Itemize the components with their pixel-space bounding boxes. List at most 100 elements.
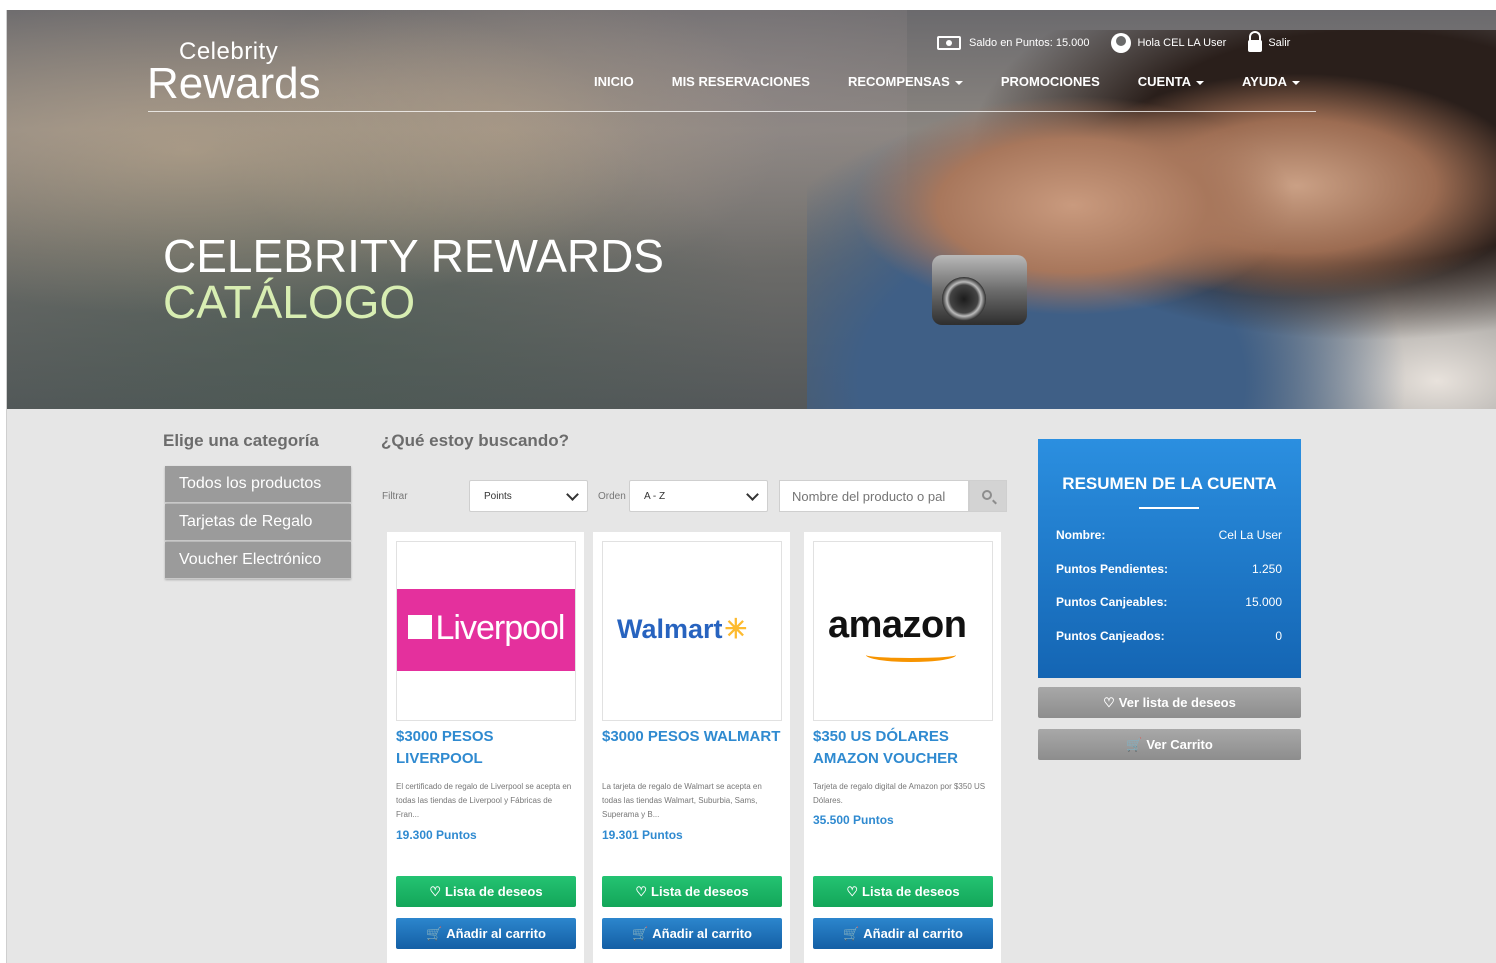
button-label: Lista de deseos <box>651 884 749 899</box>
nav-divider <box>148 111 1316 112</box>
summary-label: Puntos Canjeados: <box>1056 629 1165 643</box>
product-description: La tarjeta de regalo de Walmart se acept… <box>602 782 762 819</box>
nav-label: CUENTA <box>1137 74 1191 89</box>
add-to-cart-button[interactable]: 🛒 Añadir al carrito <box>813 918 993 949</box>
summary-row-name: Nombre: Cel La User <box>1056 528 1282 542</box>
chevron-down-icon <box>954 80 963 85</box>
product-card: Walmart✳ $3000 PESOS WALMART La tarjeta … <box>593 532 790 963</box>
logo-text: amazon <box>828 604 967 646</box>
add-to-wishlist-button[interactable]: ♡ Lista de deseos <box>396 876 576 907</box>
product-title[interactable]: $3000 PESOS LIVERPOOL <box>396 726 576 770</box>
button-label: Lista de deseos <box>862 884 960 899</box>
cash-icon <box>937 36 961 50</box>
summary-value: 1.250 <box>1251 562 1282 576</box>
brand-line2: Rewards <box>147 59 321 108</box>
product-image[interactable]: Walmart✳ <box>602 541 782 721</box>
category-e-voucher[interactable]: Voucher Electrónico <box>165 542 351 579</box>
nav-item-recompensas[interactable]: RECOMPENSAS <box>848 74 963 89</box>
hero-subtitle: CATÁLOGO <box>163 276 416 328</box>
logout-text: Salir <box>1268 37 1291 49</box>
order-label: Orden <box>598 491 626 502</box>
nav-item-reservaciones[interactable]: MIS RESERVACIONES <box>672 74 810 89</box>
summary-divider <box>1139 507 1199 509</box>
filter-select[interactable]: Points <box>469 480 588 512</box>
product-image[interactable]: amazon <box>813 541 993 721</box>
amazon-logo: amazon <box>828 604 967 662</box>
account-summary-title: RESUMEN DE LA CUENTA <box>1062 474 1277 493</box>
summary-row-pending: Puntos Pendientes: 1.250 <box>1056 562 1282 576</box>
add-to-cart-button[interactable]: 🛒 Añadir al carrito <box>396 918 576 949</box>
account-summary-panel: RESUMEN DE LA CUENTA Nombre: Cel La User … <box>1038 439 1301 678</box>
liverpool-logo: Liverpool <box>397 589 575 671</box>
category-gift-cards[interactable]: Tarjetas de Regalo <box>165 504 351 541</box>
product-title[interactable]: $350 US DÓLARES AMAZON VOUCHER <box>813 726 993 770</box>
summary-row-redeemed: Puntos Canjeados: 0 <box>1056 629 1282 643</box>
product-description: Tarjeta de regalo digital de Amazon por … <box>813 782 986 805</box>
cart-icon: 🛒 <box>1126 737 1143 752</box>
cart-icon: 🛒 <box>632 926 649 941</box>
main-nav: INICIO MIS RESERVACIONES RECOMPENSAS PRO… <box>594 74 1338 89</box>
add-to-wishlist-button[interactable]: ♡ Lista de deseos <box>813 876 993 907</box>
product-card: Liverpool $3000 PESOS LIVERPOOL El certi… <box>387 532 584 963</box>
nav-item-inicio[interactable]: INICIO <box>594 74 634 89</box>
summary-value: Cel La User <box>1218 528 1282 542</box>
cart-icon: 🛒 <box>843 926 860 941</box>
search-heading: ¿Qué estoy buscando? <box>381 431 569 450</box>
product-image[interactable]: Liverpool <box>396 541 576 721</box>
add-to-wishlist-button[interactable]: ♡ Lista de deseos <box>602 876 782 907</box>
chevron-down-icon <box>746 488 759 501</box>
product-points: 19.301 Puntos <box>602 828 683 842</box>
walmart-spark-icon: ✳ <box>724 614 748 644</box>
chevron-down-icon <box>1195 80 1204 85</box>
nav-label: RECOMPENSAS <box>847 74 950 89</box>
brand-logo[interactable]: Celebrity Rewards <box>147 40 321 108</box>
filter-label: Filtrar <box>382 491 408 502</box>
logo-text: Walmart <box>617 614 723 644</box>
add-to-cart-button[interactable]: 🛒 Añadir al carrito <box>602 918 782 949</box>
user-greeting[interactable]: Hola CEL LA User <box>1111 33 1226 53</box>
nav-item-promociones[interactable]: PROMOCIONES <box>1001 74 1100 89</box>
hero-title: CELEBRITY REWARDS <box>163 230 664 282</box>
filter-select-value: Points <box>484 491 512 502</box>
view-cart-button[interactable]: 🛒 Ver Carrito <box>1038 729 1301 760</box>
points-balance: Saldo en Puntos: 15.000 <box>937 36 1089 50</box>
order-select[interactable]: A - Z <box>629 480 768 512</box>
heart-icon: ♡ <box>429 884 442 899</box>
button-label: Ver Carrito <box>1146 737 1213 752</box>
heart-icon: ♡ <box>635 884 648 899</box>
points-balance-text: Saldo en Puntos: 15.000 <box>969 37 1090 49</box>
category-all-products[interactable]: Todos los productos <box>165 466 351 503</box>
view-wishlist-button[interactable]: ♡ Ver lista de deseos <box>1038 687 1301 718</box>
search-button[interactable] <box>969 480 1007 512</box>
user-circle-icon <box>1111 33 1132 53</box>
hero-camera-image <box>932 255 1027 325</box>
liverpool-mark-icon <box>407 615 432 640</box>
page-frame: Celebrity Rewards Saldo en Puntos: 15.00… <box>6 10 1496 963</box>
nav-item-ayuda[interactable]: AYUDA <box>1242 74 1301 89</box>
nav-label: MIS RESERVACIONES <box>671 74 810 89</box>
chevron-down-icon <box>1292 80 1301 85</box>
button-label: Añadir al carrito <box>652 926 752 941</box>
logo-text: Liverpool <box>435 609 566 647</box>
summary-label: Puntos Pendientes: <box>1056 562 1169 576</box>
nav-item-cuenta[interactable]: CUENTA <box>1138 74 1204 89</box>
button-label: Lista de deseos <box>445 884 543 899</box>
summary-row-redeemable: Puntos Canjeables: 15.000 <box>1056 595 1282 609</box>
button-label: Añadir al carrito <box>863 926 963 941</box>
search-icon <box>982 490 992 500</box>
heart-icon: ♡ <box>846 884 859 899</box>
heart-icon: ♡ <box>1103 695 1115 710</box>
hero-background-city <box>7 10 907 409</box>
product-description: El certificado de regalo de Liverpool se… <box>396 782 572 819</box>
cart-icon: 🛒 <box>426 926 443 941</box>
search-input[interactable] <box>779 480 969 512</box>
unlock-icon <box>1248 31 1263 52</box>
summary-label: Puntos Canjeables: <box>1056 595 1168 609</box>
user-greeting-text: Hola CEL LA User <box>1137 37 1227 49</box>
product-title[interactable]: $3000 PESOS WALMART <box>602 726 782 748</box>
logout-link[interactable]: Salir <box>1248 31 1291 52</box>
button-label: Añadir al carrito <box>446 926 546 941</box>
nav-label: PROMOCIONES <box>1000 74 1100 89</box>
chevron-down-icon <box>566 488 579 501</box>
category-heading: Elige una categoría <box>163 431 319 450</box>
